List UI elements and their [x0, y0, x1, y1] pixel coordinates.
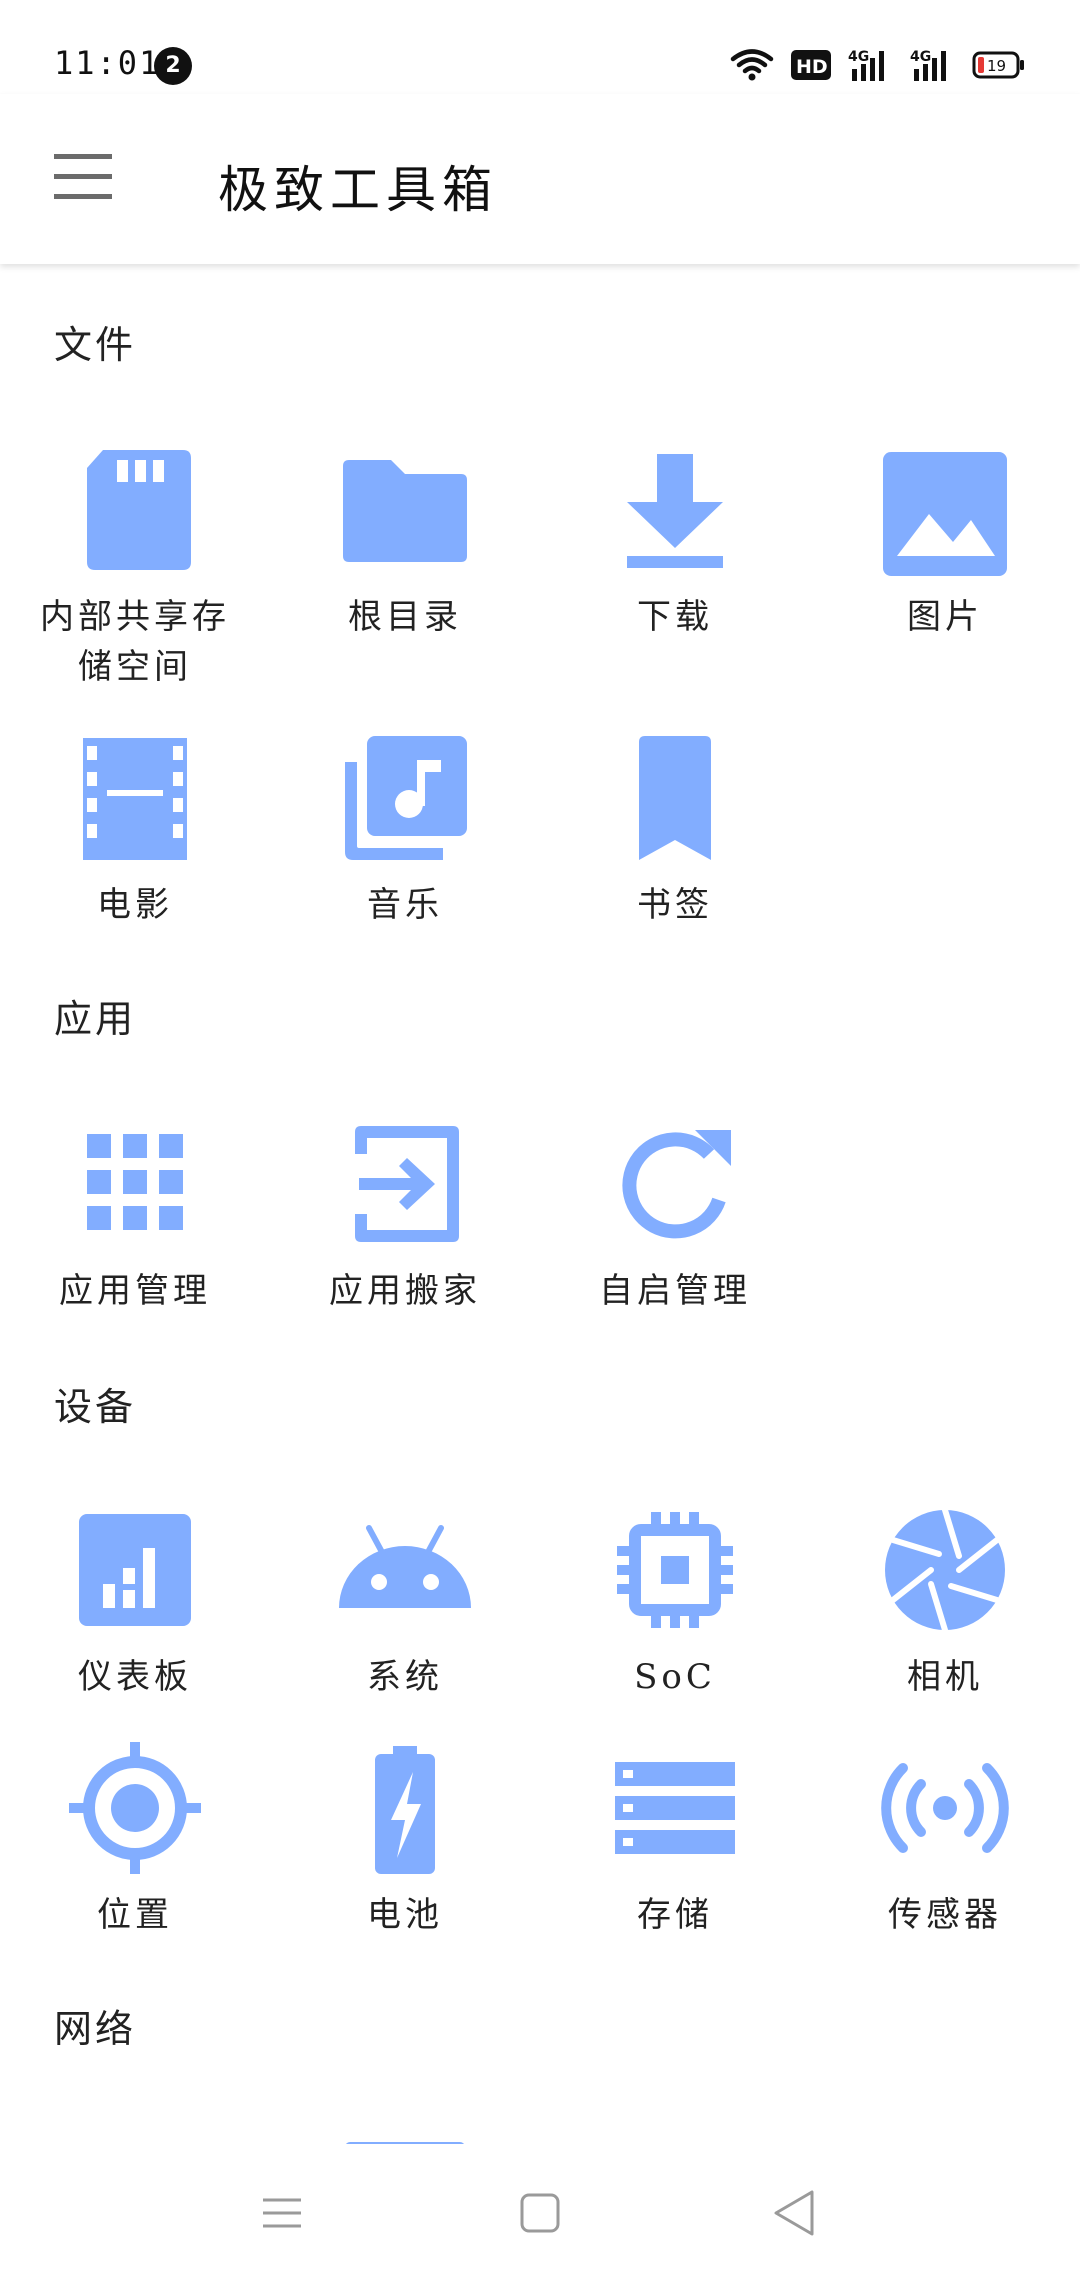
tile-label: 位置 [97, 1895, 173, 1935]
tile-camera[interactable]: 相机 [810, 1500, 1080, 1702]
signal-4g-icon-2: 4G [910, 49, 946, 81]
sensor-icon [881, 1763, 1009, 1853]
status-time: 11:01 [54, 44, 161, 82]
battery-level: 19 [987, 57, 1006, 75]
tile-label: 系统 [367, 1657, 443, 1697]
network-label-1: 4G [848, 49, 869, 65]
network-label-2: 4G [910, 49, 931, 65]
tile-label: 书签 [637, 885, 713, 925]
status-icons: HD 4G 4G 19 [730, 44, 1026, 86]
app-bar: 极致工具箱 [0, 94, 1080, 264]
signal-4g-icon-1: 4G [848, 49, 884, 81]
refresh-icon [622, 1130, 731, 1239]
chip-icon [617, 1512, 733, 1628]
status-bar: 11:01 2 HD 4G 4G 19 [0, 0, 1080, 94]
tile-label: 下载 [637, 597, 713, 637]
folder-icon [343, 460, 467, 562]
download-icon [627, 454, 723, 568]
tile-app-move[interactable]: 应用搬家 [270, 1114, 540, 1316]
tile-system[interactable]: 系统 [270, 1500, 540, 1702]
wifi-icon [730, 49, 774, 81]
dashboard-icon [79, 1514, 191, 1626]
tile-app-management[interactable]: 应用管理 [0, 1114, 270, 1316]
movie-icon [83, 738, 187, 860]
tile-pictures[interactable]: 图片 [810, 440, 1080, 642]
tile-label: 应用管理 [59, 1271, 211, 1311]
app-move-icon [355, 1126, 459, 1242]
tile-internal-storage[interactable]: 内部共享存储空间 [0, 440, 270, 692]
network-item-icon-partial-2 [346, 2142, 464, 2144]
tile-label: 音乐 [367, 885, 443, 925]
tile-label: 传感器 [888, 1895, 1002, 1935]
notification-count-badge: 2 [154, 47, 192, 85]
battery-charging-icon [375, 1746, 435, 1874]
bookmark-icon [639, 736, 711, 860]
section-title-device: 设备 [54, 1385, 137, 1429]
tile-label: 根目录 [348, 597, 462, 637]
home-nav-icon[interactable] [505, 2178, 575, 2248]
tile-dashboard[interactable]: 仪表板 [0, 1500, 270, 1702]
section-title-network: 网络 [54, 2007, 137, 2051]
section-title-apps: 应用 [54, 997, 137, 1041]
tile-download[interactable]: 下载 [540, 440, 810, 642]
hd-label: HD [796, 56, 828, 78]
back-nav-icon[interactable] [760, 2178, 830, 2248]
tile-root-directory[interactable]: 根目录 [270, 440, 540, 642]
tile-label: 图片 [907, 597, 983, 637]
tile-label: 存储 [637, 1895, 713, 1935]
tile-label: 相机 [907, 1657, 983, 1697]
network-item-icon-partial-1 [65, 2132, 205, 2144]
menu-button[interactable] [54, 154, 112, 200]
tile-movies[interactable]: 电影 [0, 728, 270, 930]
music-library-icon [345, 736, 467, 860]
menu-icon-bar-middle [54, 174, 112, 179]
tile-label: 应用搬家 [329, 1271, 481, 1311]
tile-battery[interactable]: 电池 [270, 1738, 540, 1940]
tile-autostart-management[interactable]: 自启管理 [540, 1114, 810, 1316]
menu-nav-icon[interactable] [247, 2178, 317, 2248]
hd-icon: HD [791, 50, 831, 80]
menu-icon-bar-top [54, 154, 112, 159]
tile-soc[interactable]: SoC [540, 1500, 810, 1702]
menu-icon-bar-bottom [54, 194, 112, 199]
main-content[interactable]: 文件 内部共享存储空间 根目录 下载 图片 电影 音乐 书签 应用 应用管理 应… [0, 264, 1080, 2144]
tile-sensors[interactable]: 传感器 [810, 1738, 1080, 1940]
apps-grid-icon [87, 1134, 183, 1230]
tile-label: 电池 [367, 1895, 443, 1935]
android-icon [339, 1525, 471, 1608]
sd-card-icon [87, 450, 191, 570]
storage-icon [615, 1762, 735, 1854]
tile-label: 仪表板 [78, 1657, 192, 1697]
tile-label: 电影 [97, 885, 173, 925]
tile-music[interactable]: 音乐 [270, 728, 540, 930]
camera-aperture-icon [885, 1507, 1005, 1633]
battery-icon: 19 [972, 51, 1024, 79]
section-title-files: 文件 [54, 323, 137, 367]
tile-label: 内部共享存储空间 [40, 597, 230, 687]
tile-storage[interactable]: 存储 [540, 1738, 810, 1940]
location-icon [69, 1742, 201, 1874]
image-icon [883, 452, 1007, 576]
tile-label: SoC [634, 1657, 716, 1697]
tile-bookmarks[interactable]: 书签 [540, 728, 810, 930]
app-title: 极致工具箱 [218, 161, 498, 219]
navigation-bar [0, 2144, 1080, 2280]
tile-label: 自启管理 [599, 1271, 751, 1311]
tile-location[interactable]: 位置 [0, 1738, 270, 1940]
